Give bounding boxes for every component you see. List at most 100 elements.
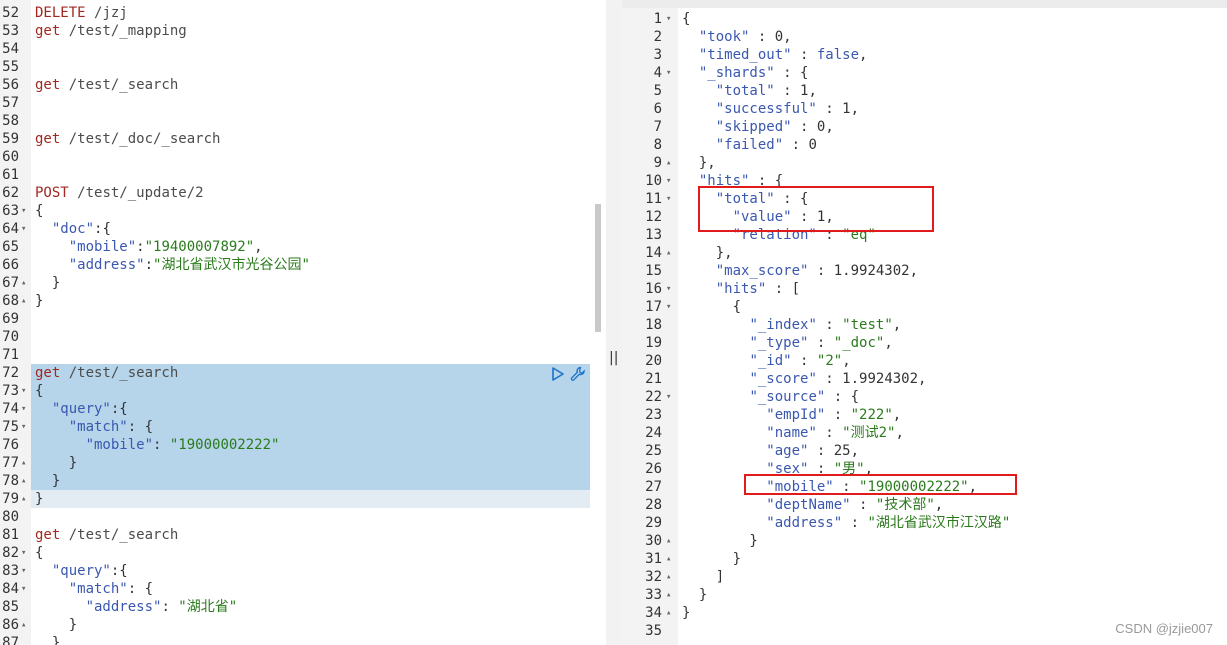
line-number: 63: [2, 203, 19, 219]
line-number: 31: [645, 551, 662, 567]
fold-toggle-icon[interactable]: ▾: [666, 176, 671, 186]
fold-toggle-icon[interactable]: ▴: [666, 590, 671, 600]
code-token: "address": [766, 515, 843, 531]
code-token: ,: [850, 443, 860, 459]
code-line: "address" : "湖北省武汉市江汉路": [682, 514, 1227, 532]
line-number: 24: [645, 425, 662, 441]
fold-toggle-icon[interactable]: ▾: [666, 392, 671, 402]
code-line: }: [682, 532, 1227, 550]
code-line: "_source" : {: [682, 388, 1227, 406]
line-number: 60: [2, 149, 19, 165]
code-line[interactable]: "query":{: [35, 562, 606, 580]
code-line: },: [682, 154, 1227, 172]
code-token: "_type": [749, 335, 809, 351]
code-line[interactable]: DELETE /jzj: [35, 4, 606, 22]
fold-toggle-icon[interactable]: ▴: [21, 296, 26, 306]
fold-toggle-icon[interactable]: ▴: [21, 476, 26, 486]
code-line[interactable]: }: [35, 616, 606, 634]
code-token: ,: [895, 425, 904, 441]
code-token: : {: [127, 419, 154, 435]
code-line[interactable]: [35, 58, 606, 76]
fold-toggle-icon[interactable]: ▾: [21, 206, 26, 216]
code-line[interactable]: get /test/_doc/_search: [35, 130, 606, 148]
code-token: :: [816, 425, 843, 441]
fold-toggle-icon[interactable]: ▴: [21, 278, 26, 288]
fold-toggle-icon[interactable]: ▴: [666, 572, 671, 582]
fold-toggle-icon[interactable]: ▴: [21, 494, 26, 504]
editor-scrollbar[interactable]: [595, 204, 601, 332]
code-line[interactable]: [35, 40, 606, 58]
fold-toggle-icon[interactable]: ▾: [666, 14, 671, 24]
code-line: "skipped" : 0,: [682, 118, 1227, 136]
code-line[interactable]: }: [35, 292, 606, 310]
code-line[interactable]: }: [35, 454, 606, 472]
fold-toggle-icon[interactable]: ▾: [666, 194, 671, 204]
fold-toggle-icon[interactable]: ▴: [666, 158, 671, 168]
fold-toggle-icon[interactable]: ▾: [666, 302, 671, 312]
split-handle-icon[interactable]: ||: [609, 350, 618, 366]
pane-divider[interactable]: [606, 0, 622, 645]
code-line[interactable]: }: [35, 472, 606, 490]
fold-toggle-icon[interactable]: ▴: [21, 620, 26, 630]
fold-toggle-icon[interactable]: ▾: [21, 566, 26, 576]
fold-toggle-icon[interactable]: ▴: [21, 458, 26, 468]
code-line[interactable]: get /test/_search: [35, 364, 606, 382]
code-line[interactable]: [35, 328, 606, 346]
code-line[interactable]: {: [35, 202, 606, 220]
code-line: },: [682, 244, 1227, 262]
code-token: ,: [934, 497, 944, 513]
code-line[interactable]: }: [35, 634, 606, 645]
code-line[interactable]: "doc":{: [35, 220, 606, 238]
code-line[interactable]: "address": "湖北省": [35, 598, 606, 616]
fold-toggle-icon[interactable]: ▾: [21, 584, 26, 594]
line-number: 9: [653, 155, 662, 171]
code-line[interactable]: get /test/_search: [35, 526, 606, 544]
code-line[interactable]: POST /test/_update/2: [35, 184, 606, 202]
code-line[interactable]: [35, 148, 606, 166]
fold-toggle-icon[interactable]: ▴: [666, 536, 671, 546]
fold-toggle-icon[interactable]: ▴: [666, 608, 671, 618]
code-line[interactable]: get /test/_mapping: [35, 22, 606, 40]
line-number: 5: [653, 83, 662, 99]
fold-toggle-icon[interactable]: ▾: [21, 422, 26, 432]
code-line[interactable]: [35, 112, 606, 130]
fold-toggle-icon[interactable]: ▴: [666, 554, 671, 564]
code-line: }: [682, 586, 1227, 604]
code-line[interactable]: "address":"湖北省武汉市光谷公园": [35, 256, 606, 274]
code-token: ,: [850, 101, 860, 117]
code-token: {: [682, 11, 691, 27]
code-line[interactable]: [35, 166, 606, 184]
fold-toggle-icon[interactable]: ▾: [21, 386, 26, 396]
play-icon[interactable]: [550, 366, 566, 382]
code-line[interactable]: {: [35, 544, 606, 562]
fold-toggle-icon[interactable]: ▾: [21, 548, 26, 558]
code-line[interactable]: }: [35, 274, 606, 292]
code-token: get: [35, 527, 69, 543]
line-number: 78: [2, 473, 19, 489]
code-line[interactable]: "match": {: [35, 418, 606, 436]
code-line: ]: [682, 568, 1227, 586]
code-line[interactable]: get /test/_search: [35, 76, 606, 94]
code-line[interactable]: "mobile":"19400007892",: [35, 238, 606, 256]
code-line[interactable]: "query":{: [35, 400, 606, 418]
code-line[interactable]: [35, 346, 606, 364]
wrench-icon[interactable]: [570, 366, 586, 382]
request-editor[interactable]: 52 DELETE /jzj 53 get /test/_mapping 54 55 56 g…: [0, 0, 606, 645]
code-line[interactable]: {: [35, 382, 606, 400]
code-line[interactable]: "match": {: [35, 580, 606, 598]
code-token: 1: [842, 101, 851, 117]
code-token: :: [816, 317, 843, 333]
line-number: 53: [2, 23, 19, 39]
fold-toggle-icon[interactable]: ▾: [666, 68, 671, 78]
fold-toggle-icon[interactable]: ▾: [666, 284, 671, 294]
fold-toggle-icon[interactable]: ▴: [666, 248, 671, 258]
code-line[interactable]: [35, 94, 606, 112]
fold-toggle-icon[interactable]: ▾: [21, 404, 26, 414]
code-line[interactable]: }: [35, 490, 606, 508]
code-line[interactable]: [35, 310, 606, 328]
fold-toggle-icon[interactable]: ▾: [21, 224, 26, 234]
code-line[interactable]: "mobile": "19000002222": [35, 436, 606, 454]
code-line[interactable]: [35, 508, 606, 526]
